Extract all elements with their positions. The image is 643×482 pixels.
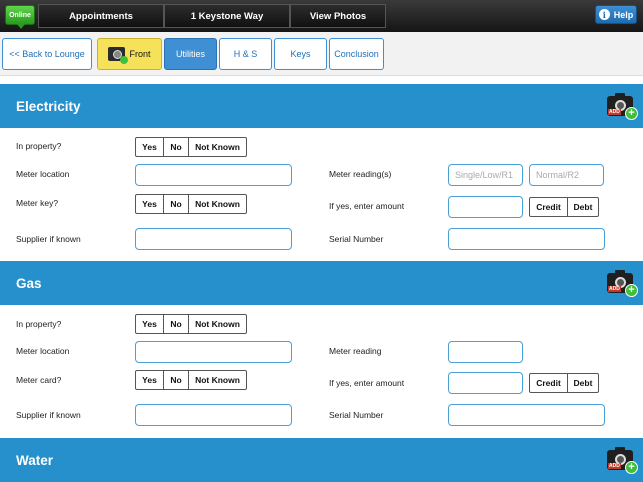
meter-location-label: Meter location xyxy=(16,346,70,356)
amount-input[interactable] xyxy=(448,196,523,218)
option-yes[interactable]: Yes xyxy=(136,195,164,213)
top-navigation-bar: Online Appointments 1 Keystone Way View … xyxy=(0,0,643,32)
if-yes-amount-label: If yes, enter amount xyxy=(329,201,405,211)
back-to-lounge-button[interactable]: << Back to Lounge xyxy=(2,38,92,70)
serial-number-input[interactable] xyxy=(448,404,605,426)
plus-icon: + xyxy=(625,461,638,474)
meter-reading-label: Meter reading xyxy=(329,346,382,356)
option-credit[interactable]: Credit xyxy=(530,198,568,216)
water-title: Water xyxy=(16,452,54,468)
add-photo-button[interactable]: ADD + xyxy=(607,446,638,474)
tab-appointments[interactable]: Appointments xyxy=(38,4,164,28)
supplier-label: Supplier if known xyxy=(16,234,81,244)
tab-property-address[interactable]: 1 Keystone Way xyxy=(164,4,290,28)
option-no[interactable]: No xyxy=(164,195,189,213)
option-debt[interactable]: Debt xyxy=(568,374,598,392)
supplier-label: Supplier if known xyxy=(16,410,81,420)
meter-readings-label: Meter reading(s) xyxy=(329,169,392,179)
tab-conclusion[interactable]: Conclusion xyxy=(329,38,384,70)
tab-front-label: Front xyxy=(129,49,151,59)
electricity-title: Electricity xyxy=(16,98,81,114)
option-not-known[interactable]: Not Known xyxy=(189,138,246,156)
meter-key-label: Meter key? xyxy=(16,198,59,208)
option-not-known[interactable]: Not Known xyxy=(189,315,246,333)
camera-icon xyxy=(108,47,129,64)
meter-key-segmented-control[interactable]: Yes No Not Known xyxy=(135,194,247,214)
tab-utilities[interactable]: Utilities xyxy=(164,38,217,70)
option-no[interactable]: No xyxy=(164,371,189,389)
tab-health-safety[interactable]: H & S xyxy=(219,38,272,70)
info-icon: i xyxy=(598,9,610,20)
option-debt[interactable]: Debt xyxy=(568,198,598,216)
tab-front[interactable]: Front xyxy=(97,38,162,70)
amount-input[interactable] xyxy=(448,372,523,394)
electricity-section-header: Electricity ADD + xyxy=(0,84,643,128)
option-no[interactable]: No xyxy=(164,315,189,333)
gas-section-header: Gas ADD + xyxy=(0,261,643,305)
option-credit[interactable]: Credit xyxy=(530,374,568,392)
serial-number-label: Serial Number xyxy=(329,410,384,420)
credit-debt-segmented-control[interactable]: Credit Debt xyxy=(529,373,599,393)
tab-view-photos[interactable]: View Photos xyxy=(290,4,386,28)
option-no[interactable]: No xyxy=(164,138,189,156)
tab-keys[interactable]: Keys xyxy=(274,38,327,70)
add-label: ADD xyxy=(608,286,621,292)
supplier-input[interactable] xyxy=(135,228,292,250)
serial-number-input[interactable] xyxy=(448,228,605,250)
meter-card-label: Meter card? xyxy=(16,375,62,385)
supplier-input[interactable] xyxy=(135,404,292,426)
option-yes[interactable]: Yes xyxy=(136,371,164,389)
credit-debt-segmented-control[interactable]: Credit Debt xyxy=(529,197,599,217)
serial-number-label: Serial Number xyxy=(329,234,384,244)
meter-reading-input[interactable] xyxy=(448,341,523,363)
help-button-label: Help xyxy=(613,9,634,20)
online-status-badge[interactable]: Online xyxy=(5,5,35,29)
meter-reading-1-input[interactable]: Single/Low/R1 xyxy=(448,164,523,186)
meter-location-label: Meter location xyxy=(16,169,70,179)
option-not-known[interactable]: Not Known xyxy=(189,371,246,389)
add-photo-button[interactable]: ADD + xyxy=(607,269,638,297)
meter-location-input[interactable] xyxy=(135,341,292,363)
water-section-header: Water ADD + xyxy=(0,438,643,482)
meter-location-input[interactable] xyxy=(135,164,292,186)
help-button[interactable]: i Help xyxy=(595,5,637,24)
add-photo-button[interactable]: ADD + xyxy=(607,92,638,120)
add-label: ADD xyxy=(608,109,621,115)
plus-icon: + xyxy=(625,107,638,120)
in-property-segmented-control[interactable]: Yes No Not Known xyxy=(135,137,247,157)
in-property-label: In property? xyxy=(16,319,62,329)
add-label: ADD xyxy=(608,463,621,469)
option-yes[interactable]: Yes xyxy=(136,138,164,156)
plus-icon: + xyxy=(625,284,638,297)
in-property-label: In property? xyxy=(16,141,62,151)
meter-reading-2-input[interactable]: Normal/R2 xyxy=(529,164,604,186)
section-tabs-bar: << Back to Lounge Front Utilities H & S … xyxy=(0,32,643,76)
option-yes[interactable]: Yes xyxy=(136,315,164,333)
if-yes-amount-label: If yes, enter amount xyxy=(329,378,405,388)
in-property-segmented-control[interactable]: Yes No Not Known xyxy=(135,314,247,334)
option-not-known[interactable]: Not Known xyxy=(189,195,246,213)
gas-title: Gas xyxy=(16,275,42,291)
meter-card-segmented-control[interactable]: Yes No Not Known xyxy=(135,370,247,390)
